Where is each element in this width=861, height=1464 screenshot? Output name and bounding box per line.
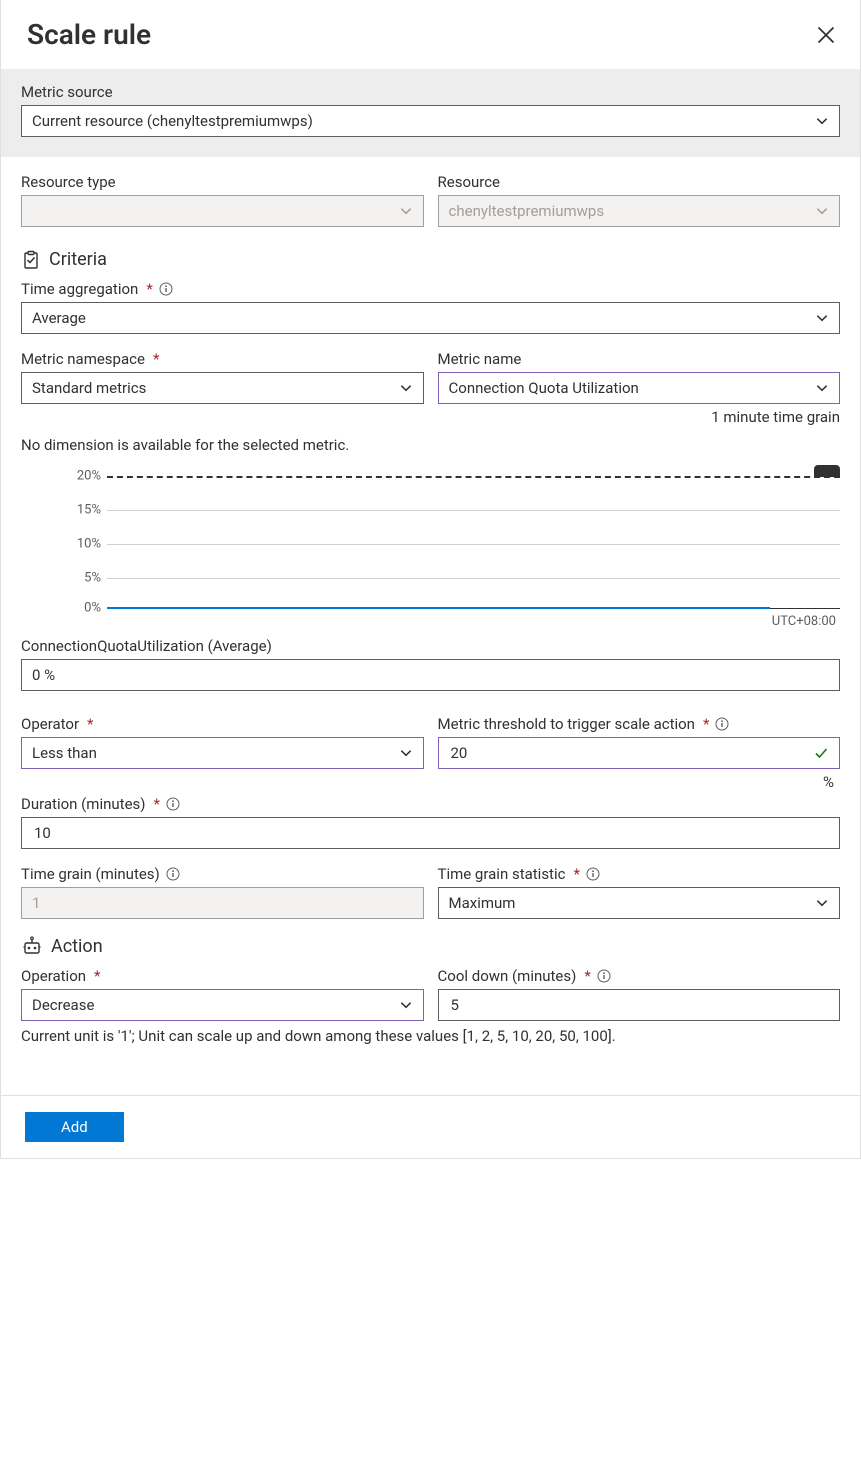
resource-type-select	[21, 195, 424, 227]
required-indicator: *	[94, 967, 100, 985]
add-button[interactable]: Add	[25, 1112, 124, 1142]
metric-source-value: Current resource (chenyltestpremiumwps)	[32, 112, 313, 130]
info-icon[interactable]	[586, 867, 600, 881]
metric-name-label: Metric name	[438, 350, 522, 368]
required-indicator: *	[703, 715, 709, 733]
info-icon[interactable]	[166, 797, 180, 811]
chart-ytick: 20%	[51, 469, 101, 484]
required-indicator: *	[573, 865, 579, 883]
current-value-label: ConnectionQuotaUtilization (Average)	[21, 637, 840, 655]
close-icon[interactable]	[816, 25, 836, 45]
cooldown-label: Cool down (minutes)	[438, 967, 577, 985]
time-grain-label: Time grain (minutes)	[21, 865, 160, 883]
duration-label: Duration (minutes)	[21, 795, 146, 813]
operator-value: Less than	[32, 744, 97, 762]
time-grain-hint: 1 minute time grain	[438, 408, 841, 426]
operator-label: Operator	[21, 715, 79, 733]
scale-note: Current unit is '1'; Unit can scale up a…	[21, 1027, 840, 1045]
panel-title: Scale rule	[27, 18, 151, 51]
operation-label: Operation	[21, 967, 86, 985]
check-icon	[813, 745, 829, 761]
time-grain-stat-label: Time grain statistic	[438, 865, 566, 883]
chevron-down-icon	[815, 204, 829, 218]
metric-namespace-select[interactable]: Standard metrics	[21, 372, 424, 404]
chart-series-line	[107, 607, 770, 609]
chevron-down-icon	[399, 381, 413, 395]
chevron-down-icon	[815, 114, 829, 128]
time-grain-value: 1	[32, 894, 40, 912]
metric-source-label: Metric source	[21, 83, 840, 101]
cooldown-value[interactable]	[449, 995, 830, 1015]
required-indicator: *	[584, 967, 590, 985]
threshold-unit: %	[438, 773, 841, 791]
time-aggregation-value: Average	[32, 309, 86, 327]
duration-value[interactable]	[32, 823, 829, 843]
metric-source-select[interactable]: Current resource (chenyltestpremiumwps)	[21, 105, 840, 137]
threshold-value[interactable]	[449, 743, 814, 763]
current-value: 0 %	[32, 666, 55, 684]
time-aggregation-select[interactable]: Average	[21, 302, 840, 334]
operation-value: Decrease	[32, 996, 94, 1014]
chevron-down-icon	[815, 311, 829, 325]
info-icon[interactable]	[159, 282, 173, 296]
chart-ytick: 5%	[51, 571, 101, 586]
action-heading: Action	[51, 936, 103, 957]
time-grain-stat-value: Maximum	[449, 894, 516, 912]
required-indicator: *	[146, 280, 152, 298]
metric-namespace-value: Standard metrics	[32, 379, 146, 397]
required-indicator: *	[153, 350, 159, 368]
info-icon[interactable]	[166, 867, 180, 881]
clipboard-icon	[21, 250, 41, 270]
duration-input[interactable]	[21, 817, 840, 849]
metric-name-value: Connection Quota Utilization	[449, 379, 639, 397]
metric-namespace-label: Metric namespace	[21, 350, 145, 368]
chart-timezone: UTC+08:00	[51, 614, 840, 629]
operator-select[interactable]: Less than	[21, 737, 424, 769]
chevron-down-icon	[399, 204, 413, 218]
chevron-down-icon	[399, 998, 413, 1012]
threshold-label: Metric threshold to trigger scale action	[438, 715, 695, 733]
time-aggregation-label: Time aggregation	[21, 280, 138, 298]
robot-icon	[21, 935, 43, 957]
chart-ytick: 0%	[51, 601, 101, 616]
chart-ytick: 10%	[51, 537, 101, 552]
time-grain-stat-select[interactable]: Maximum	[438, 887, 841, 919]
chevron-down-icon	[815, 896, 829, 910]
metric-chart: 20% 15% 10% 5% 0% UTC+08:00	[21, 466, 840, 629]
resource-type-label: Resource type	[21, 173, 424, 191]
criteria-heading: Criteria	[49, 249, 107, 270]
resource-value: chenyltestpremiumwps	[449, 202, 605, 220]
dimension-note: No dimension is available for the select…	[21, 436, 840, 454]
cooldown-input[interactable]	[438, 989, 841, 1021]
chevron-down-icon	[399, 746, 413, 760]
metric-name-select[interactable]: Connection Quota Utilization	[438, 372, 841, 404]
resource-label: Resource	[438, 173, 841, 191]
operation-select[interactable]: Decrease	[21, 989, 424, 1021]
threshold-input[interactable]	[438, 737, 841, 769]
chevron-down-icon	[815, 381, 829, 395]
time-grain-input: 1	[21, 887, 424, 919]
info-icon[interactable]	[597, 969, 611, 983]
current-value-input[interactable]: 0 %	[21, 659, 840, 691]
info-icon[interactable]	[715, 717, 729, 731]
required-indicator: *	[154, 795, 160, 813]
resource-select: chenyltestpremiumwps	[438, 195, 841, 227]
chart-ytick: 15%	[51, 503, 101, 518]
required-indicator: *	[87, 715, 93, 733]
